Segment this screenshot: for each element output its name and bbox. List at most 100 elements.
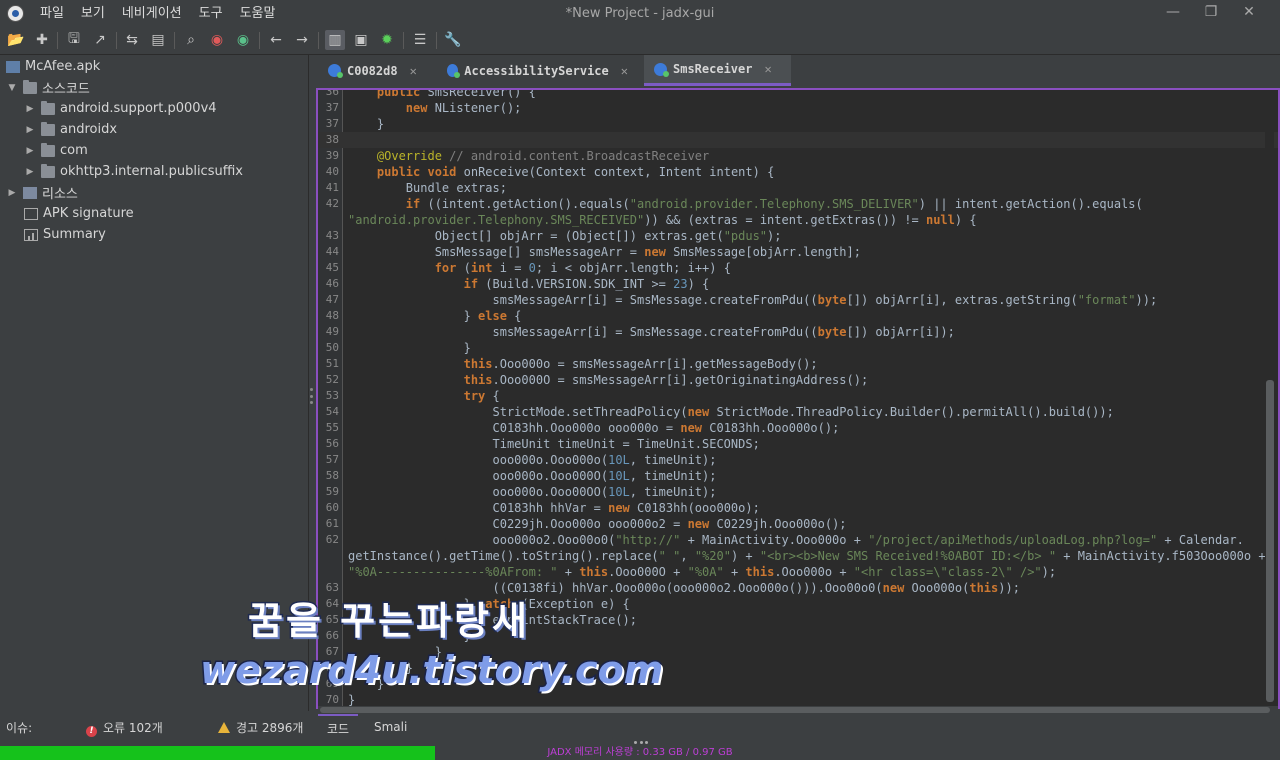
code-line[interactable]: "%0A---------------%0AFrom: " + this.Ooo… — [318, 564, 1278, 580]
tree-package[interactable]: ▶ androidx — [24, 119, 117, 140]
errors-indicator[interactable]: ! 오류 102개 — [86, 714, 163, 742]
horizontal-scrollbar-thumb[interactable] — [320, 707, 1270, 713]
preferences-icon[interactable]: 🔧 — [443, 30, 463, 50]
code-line[interactable]: getInstance().getTime().toString().repla… — [318, 548, 1278, 564]
code-line[interactable]: 50 } — [318, 340, 1278, 356]
splitter-handle[interactable] — [310, 388, 314, 404]
apk-icon — [6, 60, 20, 73]
close-icon[interactable]: ✕ — [410, 64, 417, 78]
load-icon[interactable]: ▤ — [148, 30, 168, 50]
vertical-scrollbar-thumb[interactable] — [1266, 380, 1274, 702]
code-line[interactable]: 37 } — [318, 116, 1278, 132]
code-text: new NListener(); — [405, 101, 522, 115]
find-usage-icon[interactable]: ◉ — [233, 30, 253, 50]
maximize-button[interactable]: ❐ — [1192, 0, 1230, 27]
tab-smali[interactable]: Smali — [365, 714, 416, 740]
line-number: 57 — [325, 453, 339, 466]
warnings-indicator[interactable]: 경고 2896개 — [218, 714, 303, 742]
close-icon[interactable]: ✕ — [621, 64, 628, 78]
code-line[interactable]: 38 — [318, 132, 1278, 148]
watermark-url: wezard4u.tistory.com — [198, 647, 664, 694]
chevron-right-icon[interactable]: ▶ — [6, 188, 18, 198]
code-text: } — [348, 341, 471, 355]
debug-icon[interactable]: ✹ — [377, 30, 397, 50]
code-line[interactable]: 36 public SmsReceiver() { — [318, 90, 1278, 100]
code-line[interactable]: 59 ooo000o.Ooo00OO(10L, timeUnit); — [318, 484, 1278, 500]
panel-resize-handle[interactable] — [634, 741, 648, 744]
code-line[interactable]: 52 this.Ooo000O = smsMessageArr[i].getOr… — [318, 372, 1278, 388]
minimize-button[interactable]: — — [1154, 0, 1192, 27]
code-line[interactable]: 44 SmsMessage[] smsMessageArr = new SmsM… — [318, 244, 1278, 260]
code-line[interactable]: 41 Bundle extras; — [318, 180, 1278, 196]
folder-icon — [41, 163, 55, 178]
code-line[interactable]: "android.provider.Telephony.SMS_RECEIVED… — [318, 212, 1278, 228]
chevron-right-icon[interactable]: ▶ — [24, 104, 36, 114]
search-icon[interactable]: ⌕ — [181, 30, 201, 50]
log-icon[interactable]: ☰ — [410, 30, 430, 50]
code-line[interactable]: 39 @Override // android.content.Broadcas… — [318, 148, 1278, 164]
tree-resources[interactable]: ▶ 리소스 — [6, 182, 78, 203]
menu-view[interactable]: 보기 — [81, 0, 105, 27]
line-number: 60 — [325, 501, 339, 514]
code-line[interactable]: 54 StrictMode.setThreadPolicy(new Strict… — [318, 404, 1278, 420]
code-line[interactable]: 61 C0229jh.Ooo000o ooo000o2 = new C0229j… — [318, 516, 1278, 532]
tree-package[interactable]: ▶ android.support.p000v4 — [24, 98, 217, 119]
tree-apk-signature[interactable]: APK signature — [24, 203, 134, 224]
code-line[interactable]: 62 ooo000o2.Ooo00o0("http://" + MainActi… — [318, 532, 1278, 548]
code-line[interactable]: 48 } else { — [318, 308, 1278, 324]
code-text: ooo000o.Ooo000o(10L, timeUnit); — [348, 453, 717, 467]
class-icon — [654, 62, 669, 77]
menu-help[interactable]: 도움말 — [240, 0, 276, 27]
tab-smsreceiver[interactable]: SmsReceiver ✕ — [644, 55, 791, 86]
menu-tools[interactable]: 도구 — [199, 0, 223, 27]
title-bar: *New Project - jadx-gui 파일 보기 네비게이션 도구 도… — [0, 0, 1280, 27]
menu-file[interactable]: 파일 — [40, 0, 64, 27]
code-line[interactable]: 42 if ((intent.getAction().equals("andro… — [318, 196, 1278, 212]
chevron-down-icon[interactable]: ▼ — [6, 83, 18, 93]
code-line[interactable]: 58 ooo000o.Ooo000O(10L, timeUnit); — [318, 468, 1278, 484]
tab-accessibilityservice[interactable]: AccessibilityService ✕ — [437, 55, 638, 86]
code-line[interactable]: 46 if (Build.VERSION.SDK_INT >= 23) { — [318, 276, 1278, 292]
chevron-right-icon[interactable]: ▶ — [24, 146, 36, 156]
export-icon[interactable]: ↗ — [90, 30, 110, 50]
code-line[interactable]: 43 Object[] objArr = (Object[]) extras.g… — [318, 228, 1278, 244]
code-line[interactable]: 60 C0183hh hhVar = new C0183hh(ooo000o); — [318, 500, 1278, 516]
tree-package[interactable]: ▶ okhttp3.internal.publicsuffix — [24, 161, 243, 182]
add-files-icon[interactable]: ✚ — [32, 30, 52, 50]
tab-code[interactable]: 코드 — [318, 714, 359, 742]
deobfuscation-icon[interactable]: ▥ — [325, 30, 345, 50]
back-icon[interactable]: ← — [266, 30, 286, 50]
close-button[interactable]: ✕ — [1230, 0, 1268, 27]
line-number: 37 — [325, 101, 339, 114]
code-text: smsMessageArr[i] = SmsMessage.createFrom… — [348, 293, 1158, 307]
code-line[interactable]: 51 this.Ooo000o = smsMessageArr[i].getMe… — [318, 356, 1278, 372]
tree-source[interactable]: ▼ 소스코드 — [6, 77, 90, 98]
toolbar-divider — [57, 32, 58, 49]
code-line[interactable]: 47 smsMessageArr[i] = SmsMessage.createF… — [318, 292, 1278, 308]
menu-navigation[interactable]: 네비게이션 — [122, 0, 182, 27]
tree-root[interactable]: McAfee.apk — [6, 56, 100, 77]
chevron-right-icon[interactable]: ▶ — [24, 167, 36, 177]
code-line[interactable]: 49 smsMessageArr[i] = SmsMessage.createF… — [318, 324, 1278, 340]
code-line[interactable]: 55 C0183hh.Ooo000o ooo000o = new C0183hh… — [318, 420, 1278, 436]
sync-icon[interactable]: ⇆ — [122, 30, 142, 50]
tree-package[interactable]: ▶ com — [24, 140, 88, 161]
tab-c0082d8[interactable]: C0082d8 ✕ — [318, 55, 436, 86]
code-line[interactable]: 45 for (int i = 0; i < objArr.length; i+… — [318, 260, 1278, 276]
find-class-icon[interactable]: ◉ — [207, 30, 227, 50]
code-text: TimeUnit timeUnit = TimeUnit.SECONDS; — [348, 437, 760, 451]
certificate-icon — [24, 207, 38, 220]
code-line[interactable]: 57 ooo000o.Ooo000o(10L, timeUnit); — [318, 452, 1278, 468]
tree-summary[interactable]: Summary — [24, 224, 106, 245]
decompile-icon[interactable]: ▣ — [351, 30, 371, 50]
close-icon[interactable]: ✕ — [764, 62, 771, 76]
line-number: 61 — [325, 517, 339, 530]
code-line[interactable]: 37 new NListener(); — [318, 100, 1278, 116]
code-line[interactable]: 53 try { — [318, 388, 1278, 404]
chevron-right-icon[interactable]: ▶ — [24, 125, 36, 135]
save-icon[interactable]: 🖫 — [64, 30, 84, 50]
open-file-icon[interactable]: 📂 — [6, 30, 26, 50]
code-line[interactable]: 56 TimeUnit timeUnit = TimeUnit.SECONDS; — [318, 436, 1278, 452]
code-line[interactable]: 40 public void onReceive(Context context… — [318, 164, 1278, 180]
forward-icon[interactable]: → — [292, 30, 312, 50]
